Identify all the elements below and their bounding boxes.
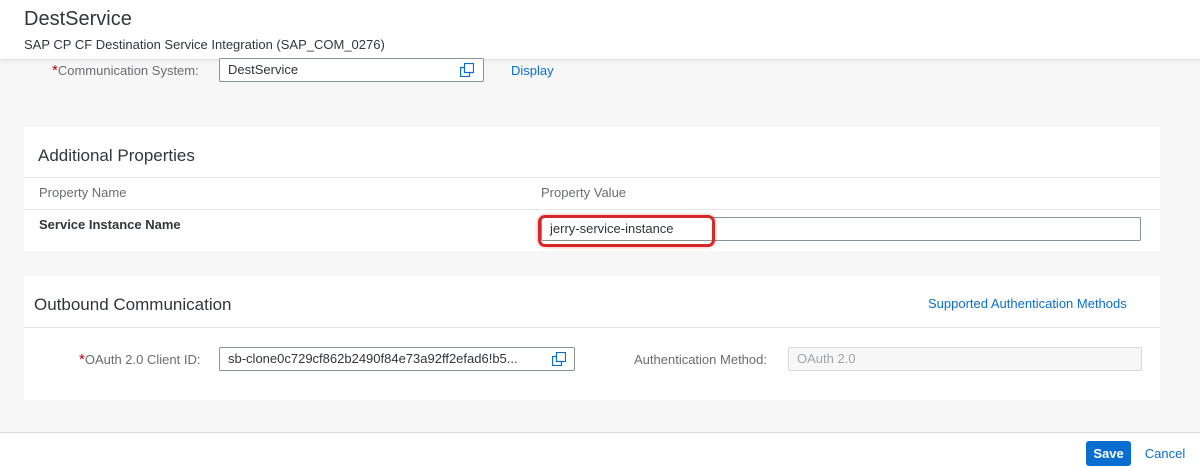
communication-system-label: *Communication System: xyxy=(52,62,199,79)
divider xyxy=(24,327,1160,328)
communication-system-row: *Communication System: DestService Displ… xyxy=(0,58,1200,122)
divider xyxy=(24,209,1160,210)
annotation-highlight-box xyxy=(538,215,715,247)
value-help-icon[interactable] xyxy=(460,63,474,77)
footer-toolbar: Save Cancel xyxy=(0,432,1200,468)
page-subtitle: SAP CP CF Destination Service Integratio… xyxy=(24,37,385,52)
section-title: Additional Properties xyxy=(38,146,195,165)
communication-system-value: DestService xyxy=(228,62,299,77)
communication-system-input[interactable]: DestService xyxy=(219,58,484,82)
additional-properties-section: Additional Properties Property Name Prop… xyxy=(24,127,1160,251)
outbound-communication-section: Outbound Communication Supported Authent… xyxy=(24,276,1160,400)
value-help-icon[interactable] xyxy=(552,352,566,366)
cancel-button[interactable]: Cancel xyxy=(1140,441,1190,466)
property-name-cell: Service Instance Name xyxy=(39,217,181,232)
display-link[interactable]: Display xyxy=(511,63,554,78)
auth-method-label: Authentication Method: xyxy=(634,352,767,367)
client-id-input[interactable]: sb-clone0c729cf862b2490f84e73a92ff2efad6… xyxy=(219,347,575,371)
page-title: DestService xyxy=(24,8,132,30)
divider xyxy=(24,177,1160,178)
client-id-value: sb-clone0c729cf862b2490f84e73a92ff2efad6… xyxy=(228,351,518,366)
auth-method-input: OAuth 2.0 xyxy=(788,347,1142,371)
column-header-property-value: Property Value xyxy=(541,185,627,200)
object-page-header: DestService SAP CP CF Destination Servic… xyxy=(0,0,1200,60)
column-header-property-name: Property Name xyxy=(39,185,127,200)
client-id-label: *OAuth 2.0 Client ID: xyxy=(79,351,201,368)
supported-auth-methods-link[interactable]: Supported Authentication Methods xyxy=(928,296,1127,311)
auth-method-value: OAuth 2.0 xyxy=(797,351,856,366)
save-button[interactable]: Save xyxy=(1086,441,1131,466)
section-title: Outbound Communication xyxy=(34,295,232,314)
